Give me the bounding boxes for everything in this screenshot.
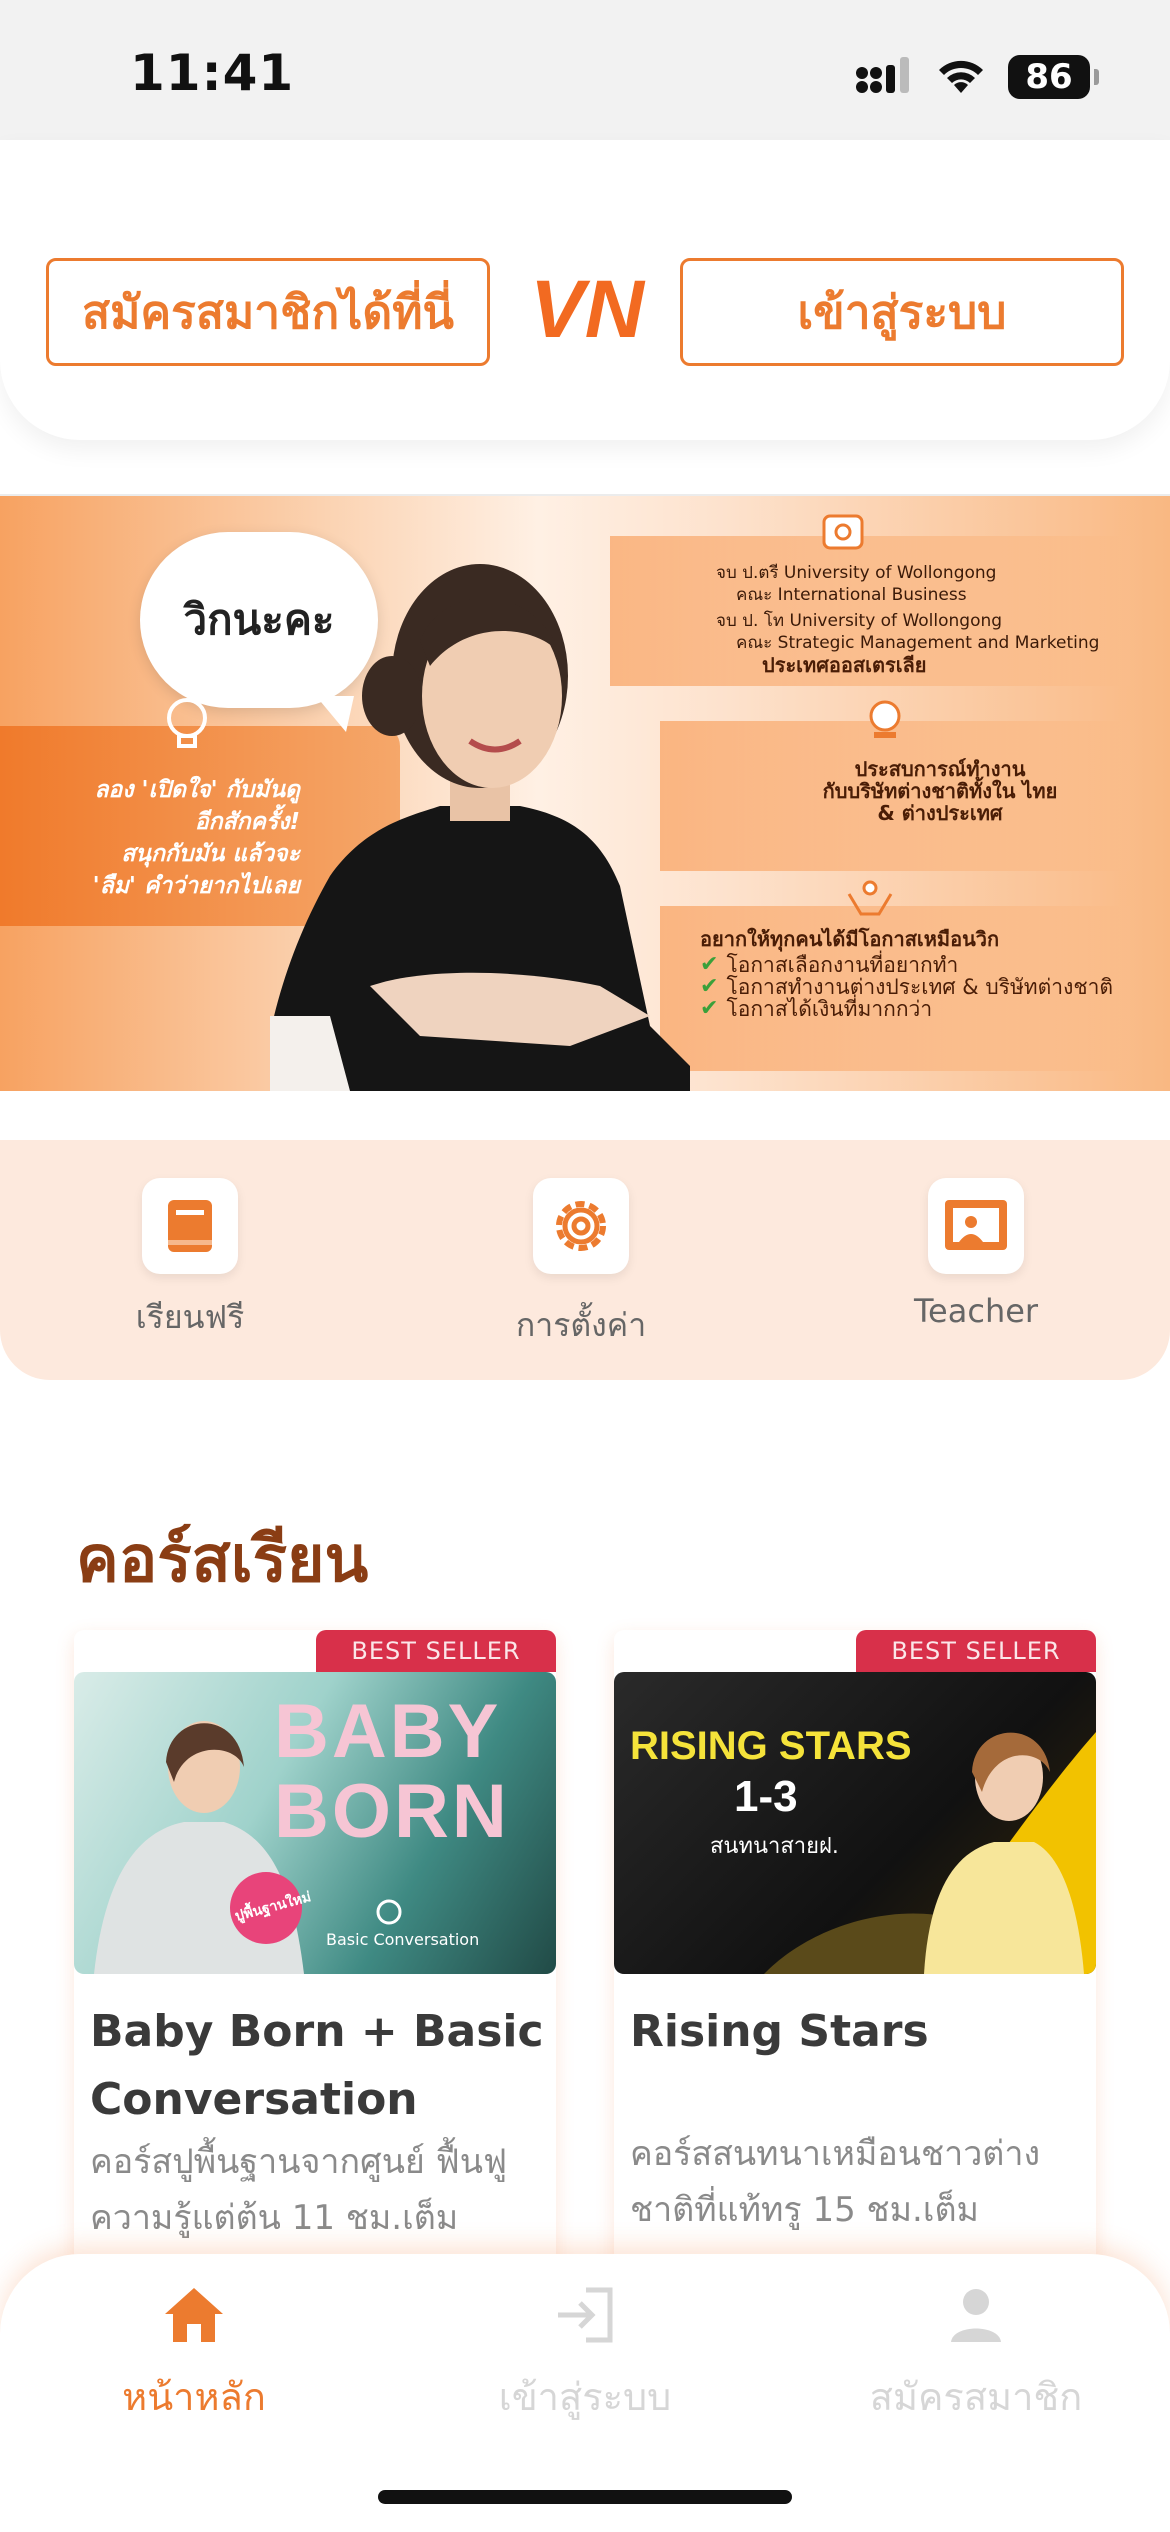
quick-item-label: เรียนฟรี [135, 1298, 245, 1336]
status-time: 11:41 [130, 44, 295, 102]
experience-line: & ต่างประเทศ [877, 801, 1003, 825]
nav-home[interactable]: หน้าหลัก [44, 2280, 344, 2427]
register-button[interactable]: สมัครสมาชิกได้ที่นี่ [46, 258, 490, 366]
home-indicator[interactable] [378, 2490, 792, 2504]
wish-item: ✔ โอกาสได้เงินที่มากกว่า [700, 996, 1140, 1021]
status-icons: 86 [854, 52, 1099, 102]
banner-left-line: 'ลืม' คำว่ายากไปเลย [92, 873, 300, 899]
course-image-subtitle: Basic Conversation [326, 1930, 480, 1949]
courses-section-title: คอร์สเรียน [76, 1523, 369, 1597]
course-title: Baby Born + Basic Conversation [90, 2006, 544, 2125]
course-image-title-number: 1-3 [734, 1772, 798, 1821]
quick-item-label: Teacher [913, 1292, 1039, 1330]
quick-icon-box [142, 1178, 238, 1274]
course-description: คอร์สปูพื้นฐานจากศูนย์ ฟื้นฟูความรู้แต่ต… [90, 2142, 508, 2238]
course-description: คอร์สสนทนาเหมือนชาวต่างชาติที่แท้ทรู 15 … [630, 2134, 1041, 2230]
education-line: คณะ International Business [736, 585, 967, 605]
education-country: ประเทศออสเตรเลีย [762, 653, 927, 677]
app-logo: VN [530, 264, 644, 355]
course-image-title: BABY BORN [274, 1692, 510, 1852]
promo-banner[interactable]: วิกนะคะ ลอง 'เปิดใจ' กับมันดู อีกสักครั้… [0, 496, 1170, 1091]
check-icon: ✔ [700, 996, 719, 1021]
battery-indicator: 86 [1008, 55, 1099, 99]
banner-left-line: อีกสักครั้ง! [194, 809, 300, 835]
quick-item-settings[interactable]: การตั้งค่า [461, 1178, 701, 1351]
nav-register[interactable]: สมัครสมาชิก [826, 2280, 1126, 2427]
experience-info: ประสบการณ์ทำงาน กับบริษัทต่างชาติทั้งใน … [740, 758, 1140, 824]
nav-label: หน้าหลัก [122, 2375, 266, 2419]
best-seller-badge: BEST SELLER [316, 1630, 556, 1672]
nav-label: สมัครสมาชิก [869, 2375, 1083, 2419]
wish-text: โอกาสทำงานต่างประเทศ & บริษัทต่างชาติ [726, 975, 1113, 999]
banner-left-line: ลอง 'เปิดใจ' กับมันดู [94, 777, 300, 803]
quick-menu: เรียนฟรี การตั้งค่า Teacher [0, 1140, 1170, 1380]
status-bar: 11:41 86 [0, 0, 1170, 140]
quick-icon-box [928, 1178, 1024, 1274]
login-icon [558, 2287, 613, 2343]
course-image: RISING STARS 1-3 สนทนาสายฝ. [614, 1672, 1096, 1974]
education-line: จบ ป.ตรี University of Wollongong [716, 563, 997, 583]
quick-item-free-lessons[interactable]: เรียนฟรี [70, 1178, 310, 1343]
education-line: คณะ Strategic Management and Marketing [736, 633, 1100, 653]
course-card-rising-stars[interactable]: BEST SELLER RISING STARS 1-3 สนทนาสายฝ. … [614, 1630, 1096, 2280]
course-image-title-line: BORN [274, 1769, 510, 1854]
nav-login[interactable]: เข้าสู่ระบบ [435, 2280, 735, 2427]
course-card-baby-born[interactable]: BEST SELLER BABY BORN ปูพื้นฐานใหม่ Basi… [74, 1630, 556, 2280]
wish-item: ✔ โอกาสทำงานต่างประเทศ & บริษัทต่างชาติ [700, 974, 1140, 999]
check-icon: ✔ [700, 974, 719, 999]
experience-line: ประสบการณ์ทำงาน [854, 757, 1026, 781]
quick-item-teacher[interactable]: Teacher [856, 1178, 1096, 1330]
course-image-person [764, 1732, 1096, 1974]
course-image-title: RISING STARS [630, 1724, 912, 1768]
book-icon [168, 1200, 212, 1252]
signal-icon [856, 57, 909, 93]
experience-line: กับบริษัทต่างชาติทั้งใน ไทย [822, 779, 1058, 803]
login-button[interactable]: เข้าสู่ระบบ [680, 258, 1124, 366]
wishes-title: อยากให้ทุกคนได้มีโอกาสเหมือนวิก [700, 927, 1000, 951]
teacher-photo [270, 564, 690, 1091]
user-icon [951, 2289, 1001, 2342]
check-icon: ✔ [700, 952, 719, 977]
teacher-board-icon [945, 1200, 1007, 1250]
course-image-title-line: BABY [274, 1689, 502, 1774]
banner-left-text: ลอง 'เปิดใจ' กับมันดู อีกสักครั้ง! สนุกก… [40, 774, 300, 902]
education-line: จบ ป. โท University of Wollongong [716, 611, 1003, 631]
wish-text: โอกาสเลือกงานที่อยากทำ [726, 953, 959, 977]
course-image-subtitle: สนทนาสายฝ. [710, 1834, 839, 1859]
quick-icon-box [533, 1178, 629, 1274]
gear-icon [556, 1201, 606, 1251]
nav-label: เข้าสู่ระบบ [498, 2375, 672, 2419]
hands-icon [847, 880, 893, 916]
course-image: BABY BORN ปูพื้นฐานใหม่ Basic Conversati… [74, 1672, 556, 1974]
wish-item: ✔ โอกาสเลือกงานที่อยากทำ [700, 952, 1140, 977]
app-header: สมัครสมาชิกได้ที่นี่ VN เข้าสู่ระบบ [0, 140, 1170, 440]
education-info: จบ ป.ตรี University of Wollongong คณะ In… [716, 562, 1136, 676]
wifi-icon [939, 60, 983, 93]
wishes-info: อยากให้ทุกคนได้มีโอกาสเหมือนวิก ✔ โอกาสเล… [700, 928, 1140, 1020]
trophy-icon [869, 700, 901, 738]
quick-item-label: การตั้งค่า [515, 1306, 647, 1344]
best-seller-badge: BEST SELLER [856, 1630, 1096, 1672]
banner-left-line: สนุกกับมัน แล้วจะ [121, 841, 300, 867]
wish-text: โอกาสได้เงินที่มากกว่า [726, 997, 933, 1021]
course-title: Rising Stars [630, 2006, 929, 2057]
home-icon [165, 2288, 223, 2342]
lightbulb-icon [167, 692, 207, 748]
diploma-icon [822, 514, 864, 550]
